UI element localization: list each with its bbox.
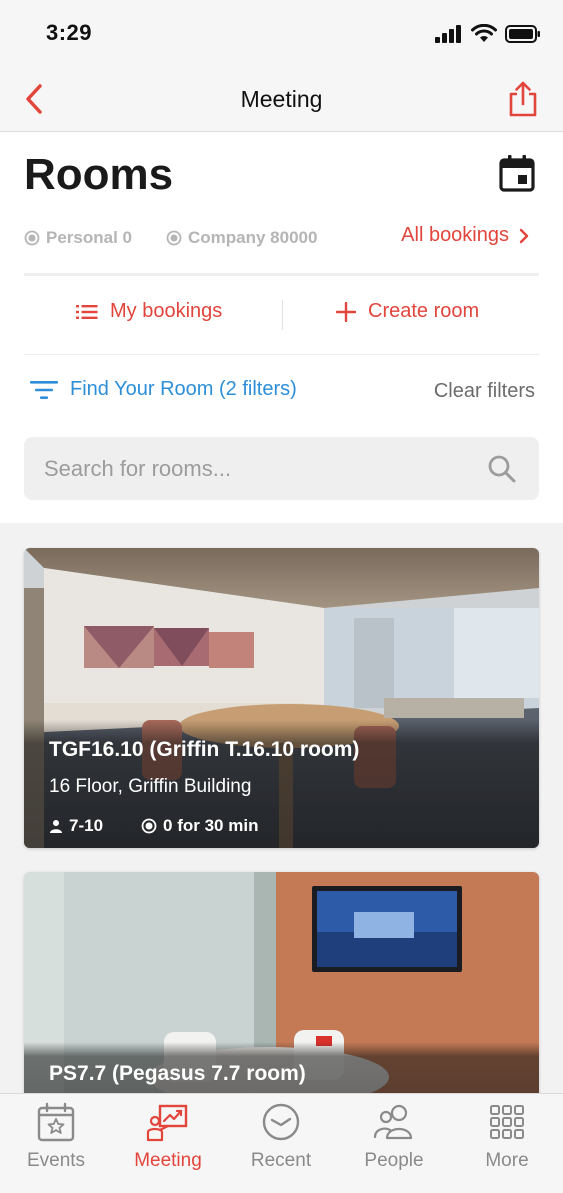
tab-events[interactable]: Events [0,1100,112,1180]
tab-label: Recent [250,1150,312,1171]
room-capacity: 7-10 [49,816,103,836]
company-stat: Company 80000 [166,228,317,248]
wifi-icon [471,24,497,42]
presentation-icon [146,1104,188,1142]
status-icons [435,24,541,44]
room-card[interactable]: PS7.7 (Pegasus 7.7 room) [24,872,539,1112]
tab-people[interactable]: People [338,1100,450,1180]
navigation-bar: Meeting [0,68,563,132]
personal-stat-label: Personal 0 [46,228,132,247]
find-room-filter-button[interactable]: Find Your Room (2 filters) [30,378,297,401]
action-row: My bookings Create room [24,286,539,346]
room-name: TGF16.10 (Griffin T.16.10 room) [49,738,360,761]
status-time: 3:29 [46,20,93,45]
my-bookings-button[interactable]: My bookings [76,300,222,323]
person-icon [50,820,62,833]
clock-icon [262,1103,300,1141]
my-bookings-label: My bookings [110,300,223,322]
all-bookings-label: All bookings [401,224,509,246]
divider [24,354,539,355]
radio-dot-icon [24,230,40,246]
tab-label: More [485,1150,529,1171]
tab-recent[interactable]: Recent [225,1100,337,1180]
calendar-icon[interactable] [499,154,535,192]
personal-stat: Personal 0 [24,228,132,248]
people-icon [373,1104,413,1140]
search-bar [24,437,539,500]
room-availability: 0 for 30 min [141,816,258,836]
tab-bar: Events Meeting Recent People More [0,1093,563,1193]
clear-filters-button[interactable]: Clear filters [434,380,535,403]
tab-more[interactable]: More [451,1100,563,1180]
battery-icon [505,25,540,43]
room-meta: 7-10 0 for 30 min [49,816,296,836]
tab-meeting[interactable]: Meeting [112,1100,224,1180]
divider [24,273,539,276]
calendar-star-icon [37,1102,75,1142]
cellular-signal-icon [435,25,461,43]
radio-dot-icon [141,818,157,834]
tab-label: People [364,1150,424,1171]
create-room-label: Create room [368,300,480,322]
room-card[interactable]: TGF16.10 (Griffin T.16.10 room) 16 Floor… [24,548,539,848]
nav-title: Meeting [240,86,323,112]
all-bookings-link[interactable]: All bookings [401,224,529,247]
share-icon[interactable] [507,80,539,118]
grid-icon [490,1105,524,1139]
tab-label: Meeting [134,1150,202,1171]
list-icon [76,304,98,319]
company-stat-label: Company 80000 [188,228,318,247]
find-room-label: Find Your Room (2 filters) [70,378,297,400]
page-title: Rooms [24,150,174,199]
plus-icon [336,301,356,322]
filter-row: Find Your Room (2 filters) Clear filters [30,378,535,408]
room-capacity-value: 7-10 [69,816,104,835]
room-name: PS7.7 (Pegasus 7.7 room) [49,1062,306,1085]
status-bar: 3:29 [0,0,563,68]
tab-label: Events [26,1150,86,1171]
create-room-button[interactable]: Create room [336,300,479,323]
room-availability-value: 0 for 30 min [163,816,259,835]
filter-icon [30,380,58,399]
action-separator [282,300,283,330]
search-input[interactable] [44,437,464,500]
chevron-right-icon [519,228,529,243]
search-icon[interactable] [487,454,517,484]
room-location: 16 Floor, Griffin Building [49,776,252,797]
radio-dot-icon [166,230,182,246]
booking-stats: Personal 0 Company 80000 All bookings [24,224,539,250]
